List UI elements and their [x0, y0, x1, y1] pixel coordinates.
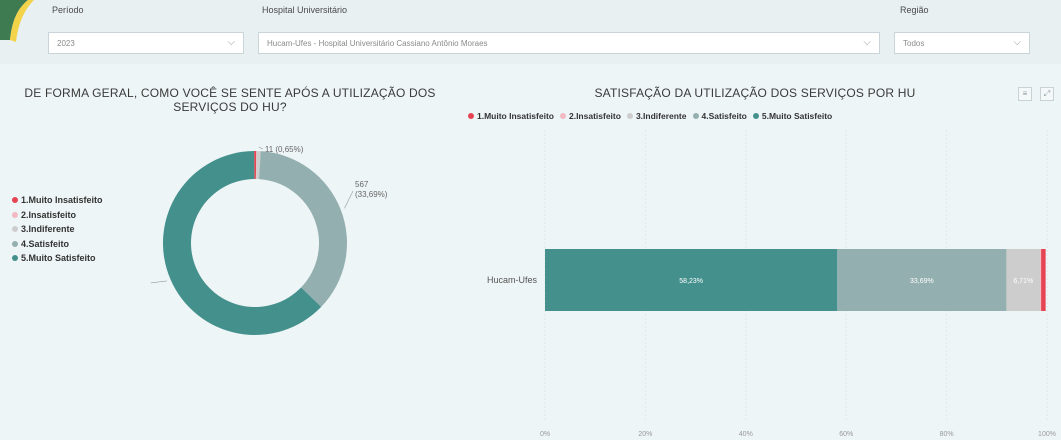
chevron-down-icon: ⌵	[1013, 37, 1021, 48]
donut-legend: 1.Muito Insatisfeito 2.Insatisfeito 3.Indi…	[12, 193, 103, 266]
donut-legend-item[interactable]: 1.Muito Insatisfeito	[12, 193, 103, 208]
leader-line	[258, 146, 263, 150]
donut-data-label: (33,69%)	[355, 190, 388, 199]
legend-dot-icon	[12, 226, 18, 233]
x-tick-label: 0%	[540, 431, 550, 438]
bar-legend-label: 3.Indiferente	[635, 111, 687, 121]
bar-legend-item[interactable]: 5.Muito Satisfeito	[752, 111, 833, 121]
bar-data-label: 6,71%	[1013, 278, 1033, 285]
donut-legend-item[interactable]: 5.Muito Satisfeito	[12, 251, 103, 266]
x-tick-label: 40%	[739, 431, 753, 438]
bar-legend-item[interactable]: 2.Insatisfeito	[559, 111, 621, 121]
legend-dot-icon	[752, 113, 759, 119]
regiao-value: Todos	[903, 38, 925, 48]
bar-legend: 1.Muito Insatisfeito 2.Insatisfeito 3.Indi…	[468, 111, 832, 121]
bar-segment[interactable]	[1041, 249, 1046, 311]
chevron-down-icon: ⌵	[227, 37, 235, 48]
bar-legend-item[interactable]: 4.Satisfeito	[692, 111, 747, 121]
x-tick-label: 100%	[1038, 431, 1056, 438]
hospital-value: Hucam-Ufes - Hospital Universitário Cass…	[267, 38, 488, 48]
donut-legend-item[interactable]: 4.Satisfeito	[12, 237, 103, 252]
regiao-select[interactable]: Todos ⌵	[894, 32, 1030, 54]
regiao-label: Região	[900, 5, 929, 15]
bar-legend-label: 1.Muito Insatisfeito	[477, 111, 554, 121]
y-category-label: Hucam-Ufes	[487, 275, 538, 285]
legend-dot-icon	[12, 240, 18, 247]
stacked-bar-chart: 0% 20% 40% 60% 80% 100% 58,23% 33,69% 6,71% Hucam…	[487, 130, 1056, 438]
donut-legend-item[interactable]: 2.Insatisfeito	[12, 208, 103, 223]
legend-dot-icon	[626, 113, 633, 119]
hospital-select[interactable]: Hucam-Ufes - Hospital Universitário Cass…	[258, 32, 880, 54]
periodo-value: 2023	[57, 38, 75, 48]
focus-mode-icon[interactable]: ⤢	[1040, 87, 1054, 101]
bar-chart-title: SATISFAÇÃO DA UTILIZAÇÃO DOS SERVIÇOS PO…	[594, 86, 916, 100]
filter-icon[interactable]: ≡	[1018, 87, 1032, 101]
legend-dot-icon	[12, 197, 18, 204]
donut-data-label: 567	[355, 180, 369, 189]
donut-slice[interactable]	[258, 151, 347, 307]
legend-dot-icon	[12, 211, 18, 218]
leader-line	[344, 190, 354, 209]
legend-dot-icon	[468, 113, 474, 119]
bar-segment[interactable]	[1040, 249, 1042, 311]
bar-legend-item[interactable]: 1.Muito Insatisfeito	[468, 111, 554, 121]
bar-legend-label: 4.Satisfeito	[701, 111, 747, 121]
x-tick-label: 80%	[940, 431, 954, 438]
periodo-label: Período	[52, 5, 84, 15]
bar-legend-label: 5.Muito Satisfeito	[761, 111, 833, 121]
donut-chart-title: DE FORMA GERAL, COMO VOCÊ SE SENTE APÓS …	[24, 86, 436, 114]
chevron-down-icon: ⌵	[863, 37, 871, 48]
donut-legend-label: 3.Indiferente	[21, 224, 75, 234]
legend-dot-icon	[12, 255, 18, 262]
donut-legend-label: 2.Insatisfeito	[21, 209, 77, 220]
bar-data-label: 33,69%	[910, 278, 934, 285]
donut-legend-label: 4.Satisfeito	[21, 238, 70, 249]
legend-dot-icon	[559, 113, 566, 119]
donut-chart: 11 (0,65%)567(33,69%)980 (58,23%)	[150, 145, 388, 335]
x-tick-label: 60%	[839, 431, 853, 438]
donut-legend-label: 5.Muito Satisfeito	[21, 253, 96, 263]
bar-legend-item[interactable]: 3.Indiferente	[626, 111, 687, 121]
donut-legend-label: 1.Muito Insatisfeito	[21, 195, 103, 205]
donut-data-label: 11 (0,65%)	[265, 145, 304, 154]
donut-legend-item[interactable]: 3.Indiferente	[12, 222, 103, 237]
bar-legend-label: 2.Insatisfeito	[568, 111, 621, 121]
periodo-select[interactable]: 2023 ⌵	[48, 32, 244, 54]
bar-data-label: 58,23%	[679, 278, 703, 285]
x-tick-label: 20%	[638, 431, 652, 438]
hospital-label: Hospital Universitário	[262, 5, 348, 15]
leader-line	[150, 280, 167, 284]
legend-dot-icon	[692, 113, 699, 119]
filter-bar: Período 2023 ⌵ Hospital Universitário Hu…	[0, 0, 1061, 64]
